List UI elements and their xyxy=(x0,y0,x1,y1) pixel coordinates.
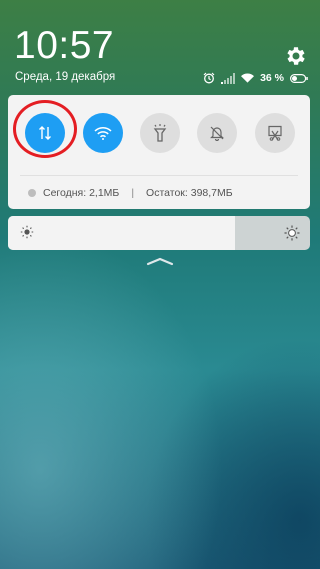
brightness-high-icon xyxy=(284,225,300,241)
date-label: Среда, 19 декабря xyxy=(15,71,116,83)
wifi-icon xyxy=(241,73,255,83)
bell-off-icon xyxy=(210,126,224,141)
silent-toggle[interactable] xyxy=(197,113,237,153)
usage-today: Сегодня: 2,1МБ xyxy=(43,187,120,199)
flashlight-toggle[interactable] xyxy=(140,113,180,153)
brightness-fill xyxy=(8,216,235,250)
signal-icon xyxy=(221,72,236,84)
usage-pie-icon xyxy=(28,189,36,197)
chevron-up-icon[interactable] xyxy=(146,256,174,266)
panel-divider xyxy=(20,175,298,176)
flashlight-icon xyxy=(153,124,167,142)
brightness-slider[interactable] xyxy=(8,216,310,250)
gear-icon[interactable] xyxy=(284,44,308,68)
status-icons: 36 % xyxy=(203,71,308,85)
mobile-data-toggle[interactable] xyxy=(25,113,65,153)
battery-percent: 36 % xyxy=(260,72,284,84)
quick-settings-panel: Сегодня: 2,1МБ | Остаток: 398,7МБ xyxy=(8,95,310,209)
data-transfer-icon xyxy=(39,126,51,140)
usage-remaining: Остаток: 398,7МБ xyxy=(146,187,233,199)
wifi-icon xyxy=(94,127,112,140)
alarm-icon xyxy=(203,72,215,84)
data-usage-row: Сегодня: 2,1МБ | Остаток: 398,7МБ xyxy=(28,187,233,199)
clock: 10:57 xyxy=(14,24,115,67)
brightness-low-icon xyxy=(20,225,34,239)
screenshot-icon xyxy=(268,125,282,141)
battery-icon xyxy=(290,73,308,83)
screenshot-toggle[interactable] xyxy=(255,113,295,153)
wifi-toggle[interactable] xyxy=(83,113,123,153)
usage-separator: | xyxy=(131,187,135,199)
